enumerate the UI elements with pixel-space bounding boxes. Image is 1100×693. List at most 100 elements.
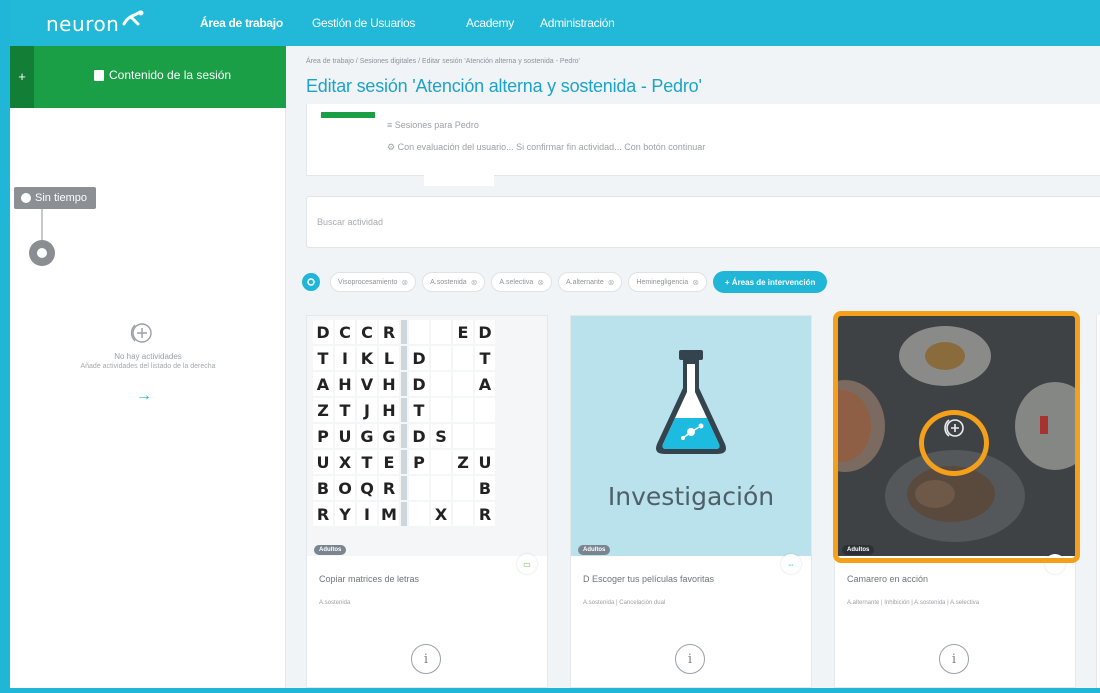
grid-cell <box>431 476 451 500</box>
letter-grid-image: DCCREDTIKLDTAHVHDAZTJHTPUGGDSUXTEPZUBOQR… <box>307 316 547 556</box>
activity-card[interactable]: Investigación Adultos ⇔ D Escoger tus pe… <box>570 315 812 688</box>
remove-chip-icon[interactable]: ⊗ <box>692 278 699 287</box>
brain-icon[interactable] <box>302 273 320 291</box>
grid-cell: D <box>409 346 429 370</box>
grid-cell: O <box>335 476 355 500</box>
grid-cell <box>453 372 473 396</box>
filter-chip-visoprocesamiento[interactable]: Visoprocesamiento ⊗ <box>330 272 417 292</box>
grid-cell: C <box>357 320 377 344</box>
grid-cell: B <box>313 476 333 500</box>
grid-cell: X <box>335 450 355 474</box>
nav-gestion-usuarios[interactable]: Gestión de Usuarios <box>312 16 415 30</box>
arrow-right-icon[interactable]: → <box>136 387 152 405</box>
grid-cell: L <box>379 346 399 370</box>
filter-chip-a-alternante[interactable]: A.alternante ⊗ <box>557 272 623 292</box>
activity-card-partial[interactable] <box>1096 315 1100 688</box>
add-intervention-area-button[interactable]: + Áreas de intervención <box>712 271 828 293</box>
card-image: DCCREDTIKLDTAHVHDAZTJHTPUGGDSUXTEPZUBOQR… <box>307 316 547 556</box>
top-navbar: neuron Área de trabajo Gestión de Usuari… <box>0 0 1100 46</box>
research-image: Investigación <box>571 316 811 556</box>
grid-cell: T <box>475 346 495 370</box>
grid-cell: Y <box>335 502 355 526</box>
grid-cell: J <box>357 398 377 422</box>
grid-cell: A <box>475 372 495 396</box>
grid-cell: I <box>335 346 355 370</box>
grid-cell: Q <box>357 476 377 500</box>
grid-cell: D <box>409 424 429 448</box>
info-button[interactable]: i <box>675 644 705 674</box>
grid-cell: I <box>357 502 377 526</box>
card-tags: A.sostenida | Cancelación dual <box>583 600 666 606</box>
remove-chip-icon[interactable]: ⊗ <box>537 278 544 287</box>
grid-separator <box>401 476 407 500</box>
card-tags: A.sostenida <box>319 600 351 606</box>
grid-cell <box>453 346 473 370</box>
card-title: Copiar matrices de letras <box>319 574 420 584</box>
grid-cell: T <box>313 346 333 370</box>
grid-cell <box>431 398 451 422</box>
grid-cell: P <box>313 424 333 448</box>
search-input[interactable] <box>317 217 917 227</box>
grid-cell: R <box>313 502 333 526</box>
timeline-node[interactable] <box>29 240 55 266</box>
grid-cell: G <box>379 424 399 448</box>
info-card-tab <box>424 170 494 186</box>
empty-state-subtitle: Añade actividades del listado de la dere… <box>80 363 216 370</box>
grid-cell: X <box>431 502 451 526</box>
filter-chip-a-selectiva[interactable]: A.selectiva ⊗ <box>491 272 552 292</box>
filter-bar: Visoprocesamiento ⊗ A.sostenida ⊗ A.select… <box>302 270 828 294</box>
filter-chip-heminegligencia[interactable]: Heminegligencia ⊗ <box>628 272 707 292</box>
timer-label: Sin tiempo <box>35 192 87 204</box>
document-icon <box>94 69 104 81</box>
grid-cell: A <box>313 372 333 396</box>
grid-separator <box>401 424 407 448</box>
compatible-icon: ▭ <box>517 554 537 574</box>
frame-left <box>0 0 10 693</box>
grid-cell <box>431 372 451 396</box>
remove-chip-icon[interactable]: ⊗ <box>401 278 408 287</box>
timeline-line <box>41 209 43 241</box>
grid-cell: B <box>475 476 495 500</box>
grid-cell <box>453 424 473 448</box>
add-activity-icon <box>130 323 152 343</box>
sidebar-expand-button[interactable]: + <box>10 46 34 108</box>
grid-cell <box>431 450 451 474</box>
info-button[interactable]: i <box>939 644 969 674</box>
timer-badge[interactable]: Sin tiempo <box>14 187 96 209</box>
grid-cell: U <box>475 450 495 474</box>
grid-cell <box>475 424 495 448</box>
grid-cell <box>409 320 429 344</box>
remove-chip-icon[interactable]: ⊗ <box>608 278 615 287</box>
nav-area-de-trabajo[interactable]: Área de trabajo <box>200 16 283 30</box>
session-info-card: ≡ Sesiones para Pedro ⚙ Con evaluación d… <box>306 104 1100 176</box>
activity-card[interactable]: DCCREDTIKLDTAHVHDAZTJHTPUGGDSUXTEPZUBOQR… <box>306 315 548 688</box>
grid-cell: V <box>357 372 377 396</box>
clock-icon <box>21 193 31 203</box>
grid-cell: Z <box>313 398 333 422</box>
logo-text: neuron <box>46 12 120 36</box>
image-label: Investigación <box>607 482 775 511</box>
nav-academy[interactable]: Academy <box>466 16 514 30</box>
grid-cell: D <box>313 320 333 344</box>
grid-cell: H <box>335 372 355 396</box>
activity-search <box>306 196 1100 248</box>
grid-cell <box>475 398 495 422</box>
grid-cell: U <box>335 424 355 448</box>
neuron-logo[interactable]: neuron <box>46 10 144 38</box>
logo-mark-icon <box>122 10 144 26</box>
grid-separator <box>401 502 407 526</box>
grid-cell: Z <box>453 450 473 474</box>
grid-separator <box>401 372 407 396</box>
info-button[interactable]: i <box>411 644 441 674</box>
highlight-add-button-outline <box>919 410 989 476</box>
filter-chip-a-sostenida[interactable]: A.sostenida ⊗ <box>422 272 486 292</box>
session-color-bar <box>321 112 375 118</box>
grid-cell <box>453 476 473 500</box>
grid-cell: K <box>357 346 377 370</box>
grid-separator <box>401 398 407 422</box>
breadcrumb[interactable]: Área de trabajo / Sesiones digitales / E… <box>306 58 580 65</box>
grid-cell: E <box>453 320 473 344</box>
nav-administracion[interactable]: Administración <box>540 16 615 30</box>
remove-chip-icon[interactable]: ⊗ <box>471 278 478 287</box>
grid-cell: C <box>335 320 355 344</box>
